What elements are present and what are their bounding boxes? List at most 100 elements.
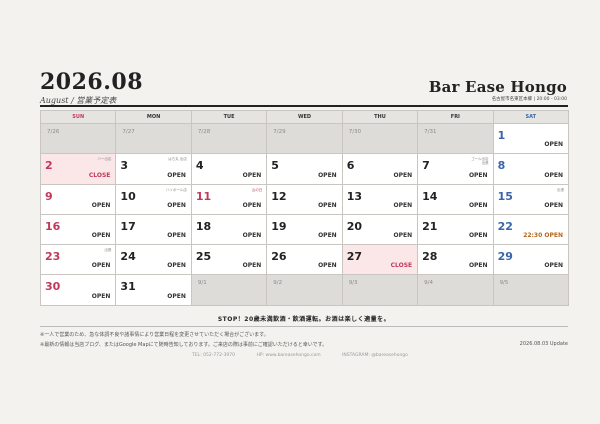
day-number: 21 [422, 219, 438, 233]
day-status: OPEN [393, 232, 413, 240]
day-number: 25 [195, 250, 212, 264]
calendar-day: 31 OPEN [116, 275, 192, 306]
calendar-day-outside: 9/1 [191, 275, 268, 306]
day-status: OPEN [468, 262, 488, 270]
day-number: 7/29 [273, 129, 286, 135]
day-status: OPEN [167, 201, 186, 209]
bar-address: 名古屋市名東区本郷 | 20:00 - 03:00 [491, 97, 567, 102]
day-status: OPEN [393, 171, 413, 179]
calendar-grid: SUN MON TUE WED THU FRI SAT 7/26 7/27 7/28… [40, 110, 569, 306]
day-status: OPEN [91, 232, 111, 240]
day-status: OPEN [242, 201, 262, 209]
calendar-day: 22 22:30 OPEN [493, 214, 569, 246]
day-number: 9/5 [499, 280, 509, 287]
warning-text: STOP！20歳未満飲酒・飲酒運転。お酒は楽しく適量を。 [217, 316, 391, 323]
header-rule [40, 105, 568, 107]
day-note: 出張 [557, 187, 564, 192]
day-number: 6 [346, 159, 355, 173]
day-number: 12 [271, 189, 287, 203]
calendar-day-outside: 9/3 [342, 275, 419, 306]
day-note: 出張 [104, 248, 112, 253]
calendar-day-outside: 7/29 [267, 124, 343, 155]
day-status: OPEN [167, 262, 186, 270]
day-status: OPEN [242, 262, 262, 270]
day-number: 9 [45, 189, 53, 203]
page-title: 2026.08 [40, 69, 144, 95]
day-number: 7 [422, 159, 430, 173]
calendar-day: 12 OPEN [267, 184, 343, 215]
calendar-day-outside: 7/28 [191, 124, 268, 155]
day-number: 20 [346, 219, 363, 233]
day-status: OPEN [544, 201, 563, 209]
day-status: OPEN [318, 201, 337, 209]
day-status: OPEN [544, 171, 563, 179]
day-status: OPEN [468, 171, 488, 179]
day-status: OPEN [544, 141, 563, 149]
day-status: OPEN [167, 292, 186, 300]
day-number: 28 [422, 250, 438, 264]
calendar-day: 18 OPEN [191, 214, 268, 246]
day-status: 22:30 OPEN [523, 232, 563, 240]
calendar-day-outside: 7/26 [41, 124, 117, 155]
day-number: 13 [346, 189, 363, 203]
calendar-day-outside: 9/4 [418, 275, 494, 306]
day-number: 7/30 [348, 129, 362, 135]
day-number: 7/31 [424, 129, 437, 135]
calendar-day: 8 OPEN [493, 154, 569, 185]
calendar-day: 9 OPEN [41, 184, 117, 215]
day-note: ハイボール店 [165, 187, 187, 192]
day-number: 1 [497, 129, 506, 142]
day-number: 29 [497, 250, 513, 264]
day-status: CLOSE [88, 171, 111, 179]
day-number: 7/26 [47, 129, 60, 135]
calendar-day: 23 出張 OPEN [41, 245, 117, 276]
weekday-header: MON [116, 111, 192, 124]
calendar-day: 14 OPEN [418, 184, 494, 215]
calendar-day: 13 OPEN [342, 184, 419, 215]
day-number: 18 [195, 219, 212, 233]
day-note: はち丸 出店 [168, 157, 187, 162]
calendar-day: 27 CLOSE [342, 245, 419, 276]
calendar-day: 15 出張 OPEN [493, 184, 569, 215]
homepage-link[interactable]: HP: www.bareasehongo.com [256, 353, 320, 358]
day-number: 7/27 [122, 129, 135, 135]
day-number: 10 [120, 189, 136, 203]
day-number: 9/1 [197, 280, 207, 287]
calendar-day: 20 OPEN [342, 214, 419, 246]
calendar-day: 24 OPEN [116, 245, 192, 276]
day-number: 9/3 [348, 280, 358, 287]
day-number: 14 [422, 189, 438, 203]
day-number: 22 [497, 219, 513, 233]
day-number: 4 [195, 159, 204, 173]
day-number: 26 [271, 250, 287, 264]
calendar-day: 7 ゴール出店 出張 OPEN [418, 154, 494, 185]
day-note: ゴール出店 出張 [471, 157, 489, 166]
weekday-header: WED [267, 111, 343, 124]
day-number: 2 [45, 159, 53, 173]
day-status: OPEN [91, 292, 111, 300]
calendar-day: 19 OPEN [267, 214, 343, 246]
day-note: 山の日 [251, 187, 263, 192]
day-number: 9/4 [424, 280, 433, 287]
day-number: 15 [497, 189, 513, 203]
instagram-link[interactable]: INSTAGRAM: @bareasehongo [342, 353, 408, 358]
day-status: CLOSE [390, 262, 413, 270]
calendar-day: 28 OPEN [418, 245, 494, 276]
day-status: OPEN [318, 262, 337, 270]
day-number: 8 [497, 159, 506, 173]
contact-line: TEL: 052-772-3970 HP: www.bareasehongo.c… [0, 353, 600, 358]
day-number: 31 [120, 280, 136, 294]
calendar-day: 17 OPEN [116, 214, 192, 246]
weekday-header: TUE [191, 111, 268, 124]
day-number: 7/28 [197, 129, 211, 135]
day-status: OPEN [167, 171, 186, 179]
weekday-header: SUN [41, 111, 117, 124]
calendar-day: 11 山の日 OPEN [191, 184, 268, 215]
update-date: 2026.08.03 Update [519, 341, 568, 347]
footer-note: ※一人で営業のため、急な体調不良や諸事情により営業日程を変更させていただく場合が… [40, 332, 269, 338]
calendar-day: 4 OPEN [191, 154, 268, 185]
day-status: OPEN [318, 171, 337, 179]
calendar-day: 3 はち丸 出店 OPEN [116, 154, 192, 185]
day-status: OPEN [91, 201, 111, 209]
calendar-day-outside: 7/30 [342, 124, 419, 155]
